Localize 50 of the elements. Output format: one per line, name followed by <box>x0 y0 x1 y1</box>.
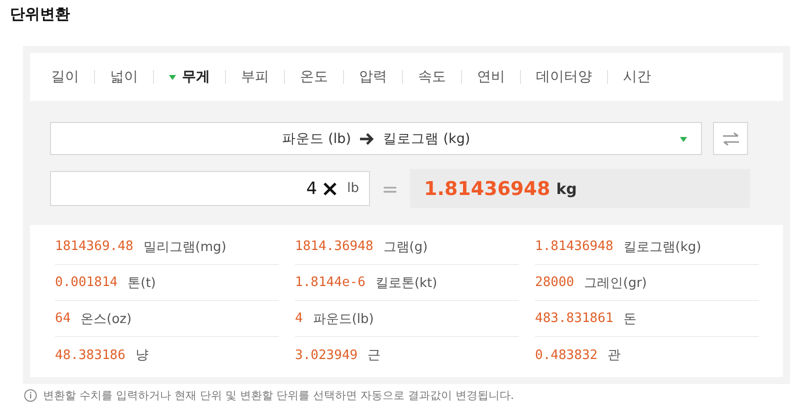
swap-icon <box>722 132 740 146</box>
unit-name: 킬로그램(kg) <box>623 238 702 256</box>
converted-value: 0.483832 <box>535 348 598 362</box>
unit-dropdown[interactable]: 파운드 (lb) 킬로그램 (kg) <box>50 122 702 155</box>
category-tab[interactable]: 온도 <box>285 68 343 86</box>
converted-value: 1814.36948 <box>295 239 374 254</box>
converted-value: 0.001814 <box>55 275 118 290</box>
unit-name: 관 <box>608 347 621 364</box>
unit-name: 그램(g) <box>383 238 428 256</box>
converted-value: 483.831861 <box>535 311 614 326</box>
swap-button[interactable] <box>713 122 748 155</box>
help-text: 변환할 수치를 입력하거나 현재 단위 및 변환할 단위를 선택하면 자동으로 결과값이 변경됩니다. <box>43 388 514 403</box>
converted-value: 48.383186 <box>55 348 126 362</box>
category-tab[interactable]: 시간 <box>608 68 666 86</box>
arrow-icon <box>358 132 375 144</box>
caret-icon <box>680 137 687 142</box>
category-tab[interactable]: 부피 <box>226 68 284 86</box>
equals-sign: = <box>380 176 400 200</box>
unit-name: 근 <box>368 347 381 364</box>
number-input[interactable]: 4 <box>51 178 322 198</box>
converted-value: 1814369.48 <box>55 239 134 254</box>
number-field[interactable]: 4 lb <box>50 171 370 206</box>
converted-value: 4 <box>295 311 303 326</box>
unit-name: 밀리그램(mg) <box>143 238 226 256</box>
category-tab[interactable]: 압력 <box>344 68 402 86</box>
result-unit: kg <box>556 180 577 198</box>
result-value: 1.81436948 <box>424 178 550 200</box>
unit-name: 파운드(lb) <box>312 310 374 328</box>
converted-value: 1.81436948 <box>535 239 614 254</box>
unit-name: 그레인(gr) <box>584 274 647 292</box>
category-tab[interactable]: 데이터양 <box>521 68 607 86</box>
info-icon <box>24 389 37 402</box>
unit-name: 온스(oz) <box>80 310 132 328</box>
converted-value: 1.8144e-6 <box>295 275 366 290</box>
category-tab[interactable]: 연비 <box>462 68 520 86</box>
unit-name: 돈 <box>623 310 636 328</box>
clear-icon[interactable] <box>323 182 338 196</box>
page-title: 단위변환 <box>10 4 71 24</box>
category-tab[interactable]: 길이 <box>36 68 94 86</box>
caret-icon <box>169 74 176 80</box>
unit-name: 킬로톤(kt) <box>375 274 438 292</box>
unit-name: 냥 <box>135 347 148 364</box>
category-tab[interactable]: 무게 <box>154 68 225 86</box>
category-tab[interactable]: 넓이 <box>95 68 153 86</box>
converted-value: 28000 <box>535 275 574 290</box>
unit-label: lb <box>347 181 359 196</box>
converted-value: 64 <box>55 311 71 326</box>
converted-value: 3.023949 <box>295 348 358 362</box>
unit-name: 톤(t) <box>128 274 156 292</box>
category-tab[interactable]: 속도 <box>403 68 461 86</box>
